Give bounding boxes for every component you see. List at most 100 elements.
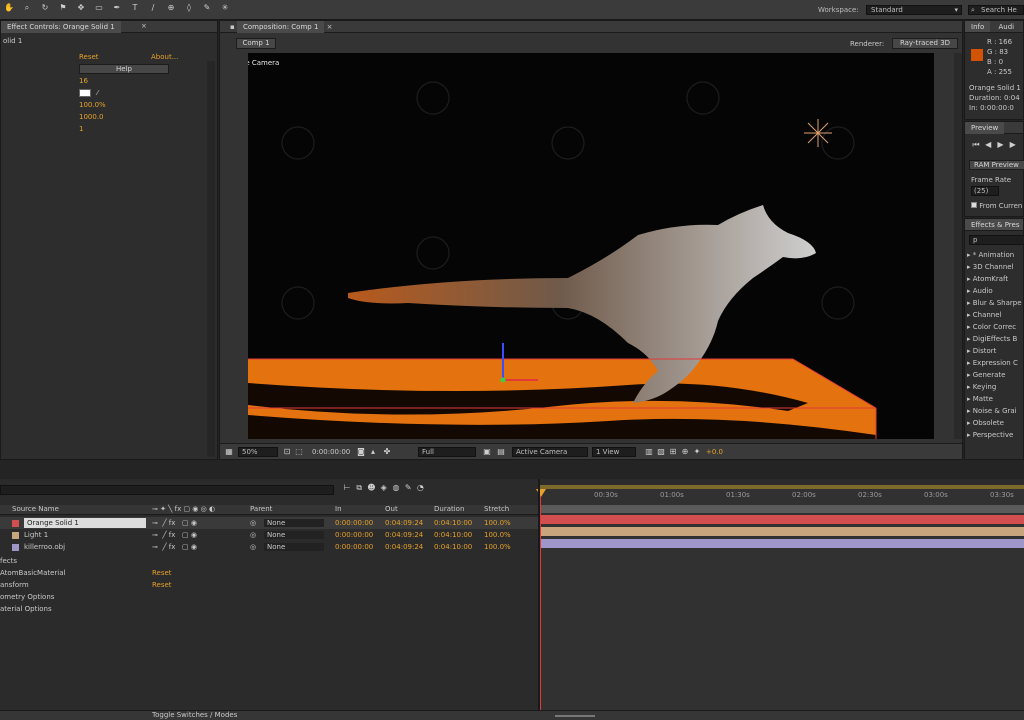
toggle-switches-modes[interactable]: Toggle Switches / Modes [152, 711, 237, 719]
timeline-icon[interactable]: ⊞ [668, 447, 678, 457]
renderer-select[interactable]: Ray-traced 3D [892, 38, 958, 49]
parent-pickwhip-icon[interactable]: ◎ [250, 541, 256, 553]
effects-category-item[interactable]: ▸ DigiEffects B [967, 333, 1024, 345]
effects-category-item[interactable]: ▸ Channel [967, 309, 1024, 321]
label-color-icon[interactable] [12, 520, 19, 527]
layer-out[interactable]: 0:04:09:24 [385, 517, 423, 529]
roto-icon[interactable]: ✎ [202, 3, 212, 13]
tab-audio[interactable]: Audi [992, 21, 1020, 32]
mask-icon[interactable]: ▭ [94, 3, 104, 13]
property-row[interactable]: ansform Reset [0, 579, 538, 591]
region-icon[interactable]: ⬚ [294, 447, 304, 457]
tab-info[interactable]: Info [965, 21, 991, 32]
next-frame-icon[interactable]: ▶ [1008, 140, 1018, 150]
exposure-icon[interactable]: ✦ [692, 447, 702, 457]
parent-select[interactable]: None [264, 531, 324, 539]
layer-switches[interactable]: ⊸ ╱ fx ▢ ◉ [152, 541, 197, 553]
eraser-icon[interactable]: ◊ [184, 3, 194, 13]
layer-duration[interactable]: 0:04:10:00 [434, 529, 472, 541]
clone-icon[interactable]: ⊕ [166, 3, 176, 13]
col-out[interactable]: Out [385, 505, 398, 513]
frame-blending-icon[interactable]: ◈ [379, 483, 389, 493]
layer-name[interactable]: Light 1 [24, 529, 48, 541]
current-time-indicator[interactable] [540, 491, 541, 713]
effects-category-item[interactable]: ▸ Blur & Sharpe [967, 297, 1024, 309]
fit-icon[interactable]: ⊡ [282, 447, 292, 457]
effects-category-item[interactable]: ▸ 3D Channel [967, 261, 1024, 273]
effects-search-input[interactable]: p [969, 235, 1024, 245]
layer-out[interactable]: 0:04:09:24 [385, 541, 423, 553]
composition-viewport[interactable]: Active Camera [248, 53, 934, 439]
effects-category-item[interactable]: ▸ * Animation [967, 249, 1024, 261]
frame-rate-select[interactable]: (25) [971, 186, 999, 196]
from-current-checkbox[interactable] [971, 202, 977, 208]
layer-stretch[interactable]: 100.0% [484, 541, 511, 553]
effects-category-item[interactable]: ▸ Expression C [967, 357, 1024, 369]
transparency-grid-icon[interactable]: ▤ [496, 447, 506, 457]
layer-switches[interactable]: ⊸ ╱ fx ▢ ◉ [152, 529, 197, 541]
layer-out[interactable]: 0:04:09:24 [385, 529, 423, 541]
light-icon[interactable] [804, 119, 832, 147]
reset-link[interactable]: Reset [79, 51, 99, 63]
flowchart-icon[interactable]: ⊕ [680, 447, 690, 457]
lock-icon[interactable]: ▪ [230, 23, 235, 31]
property-row[interactable]: ometry Options [0, 591, 538, 603]
property-row[interactable]: aterial Options [0, 603, 538, 615]
resolution-select[interactable]: Full [418, 447, 476, 457]
color-swatch[interactable] [79, 89, 91, 97]
help-button[interactable]: Help [79, 64, 169, 74]
property-value[interactable]: Reset [152, 567, 172, 579]
effects-category-item[interactable]: ▸ Generate [967, 369, 1024, 381]
parent-pickwhip-icon[interactable]: ◎ [250, 517, 256, 529]
zoom-select[interactable]: 50% [238, 447, 278, 457]
close-icon[interactable]: × [141, 22, 147, 30]
property-row[interactable]: AtomBasicMaterial Reset [0, 567, 538, 579]
motion-blur-icon[interactable]: ◍ [391, 483, 401, 493]
effects-category-item[interactable]: ▸ Perspective [967, 429, 1024, 441]
zoom-slider[interactable] [555, 715, 595, 717]
col-stretch[interactable]: Stretch [484, 505, 509, 513]
brainstorm-icon[interactable]: ✎ [403, 483, 413, 493]
graph-editor-icon[interactable]: ◔ [415, 483, 425, 493]
property-row[interactable]: fects [0, 555, 538, 567]
search-help-input[interactable]: ⌕ Search He [968, 5, 1024, 15]
layer-duration[interactable]: 0:04:10:00 [434, 517, 472, 529]
layer-row[interactable]: Orange Solid 1 ⊸ ╱ fx ▢ ◉ ◎ None 0:00:00:00 0… [0, 517, 538, 529]
brush-icon[interactable]: ∕ [148, 3, 158, 13]
show-snapshot-icon[interactable]: ▴ [368, 447, 378, 457]
layer-name[interactable]: Orange Solid 1 [24, 518, 146, 528]
toggle-pixel-icon[interactable]: ▥ [644, 447, 654, 457]
layer-in[interactable]: 0:00:00:00 [335, 529, 373, 541]
shy-layers-icon[interactable]: ☻ [366, 483, 376, 493]
type-icon[interactable]: T [130, 3, 140, 13]
layer-duration-bar[interactable] [540, 515, 1024, 524]
views-select[interactable]: 1 View [592, 447, 636, 457]
play-icon[interactable]: ▶ [995, 140, 1005, 150]
layer-switches[interactable]: ⊸ ╱ fx ▢ ◉ [152, 517, 197, 529]
prev-frame-icon[interactable]: ◀ [983, 140, 993, 150]
rotate-icon[interactable]: ↻ [40, 3, 50, 13]
col-parent[interactable]: Parent [250, 505, 272, 513]
fast-preview-icon[interactable]: ▧ [656, 447, 666, 457]
snapshot-icon[interactable]: ◙ [356, 447, 366, 457]
label-color-icon[interactable] [12, 544, 19, 551]
effect-value[interactable]: 100.0% [79, 99, 106, 111]
roi-icon[interactable]: ▣ [482, 447, 492, 457]
ram-preview-button[interactable]: RAM Preview [969, 160, 1024, 170]
effects-category-item[interactable]: ▸ Obsolete [967, 417, 1024, 429]
timecode-display[interactable]: 0:00:00:00 [312, 448, 350, 456]
effects-category-item[interactable]: ▸ Keying [967, 381, 1024, 393]
layer-stretch[interactable]: 100.0% [484, 529, 511, 541]
parent-select[interactable]: None [264, 519, 324, 527]
workspace-select[interactable]: Standard ▾ [866, 5, 962, 15]
tab-effects-presets[interactable]: Effects & Pres [965, 219, 1023, 230]
parent-pickwhip-icon[interactable]: ◎ [250, 529, 256, 541]
comp-mini-flowchart-icon[interactable]: ⊢ [342, 483, 352, 493]
effects-category-item[interactable]: ▸ Audio [967, 285, 1024, 297]
grid-toggle-icon[interactable]: ▦ [224, 447, 234, 457]
col-in[interactable]: In [335, 505, 342, 513]
parent-select[interactable]: None [264, 543, 324, 551]
puppet-icon[interactable]: ✳ [220, 3, 230, 13]
time-graph[interactable]: 00:30s 01:00s 01:30s 02:00s 02:30s 03:00s 03:3… [536, 485, 1024, 713]
camera-select[interactable]: Active Camera [512, 447, 588, 457]
